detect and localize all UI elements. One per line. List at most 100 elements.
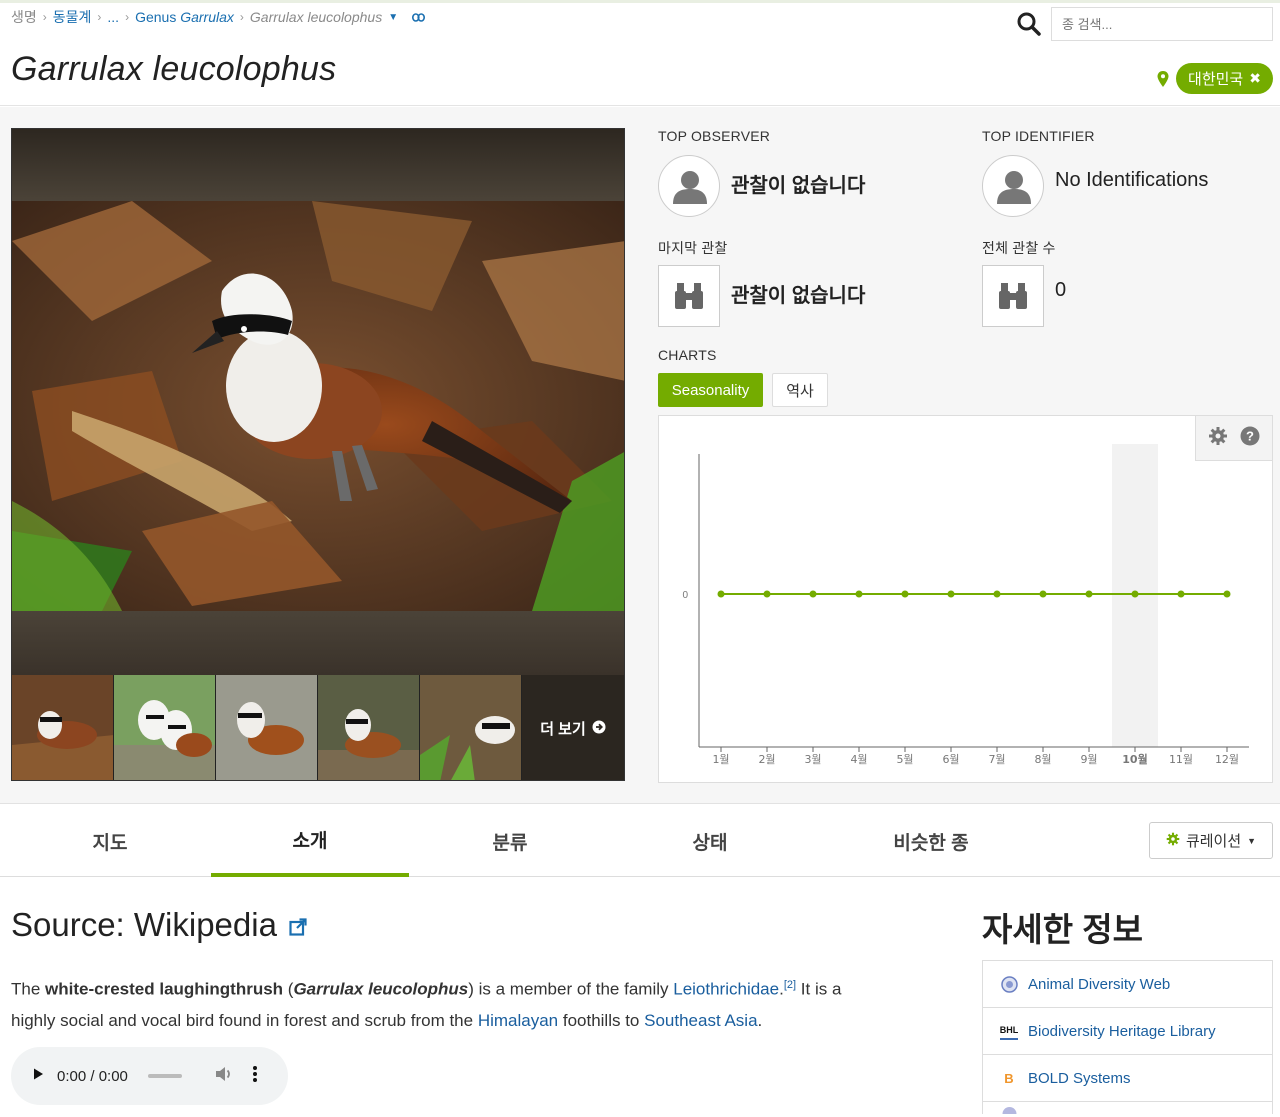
wikipedia-summary: The white-crested laughingthrush (Garrul… bbox=[11, 970, 851, 1036]
link-bold-systems[interactable]: B BOLD Systems bbox=[983, 1055, 1272, 1102]
x-tick-label: 3월 bbox=[804, 753, 821, 766]
text-run: ) is a member of the family bbox=[468, 979, 674, 999]
tab-seasonality[interactable]: Seasonality bbox=[658, 373, 763, 407]
photo-thumbnail[interactable] bbox=[114, 675, 216, 780]
breadcrumb-separator: › bbox=[125, 10, 130, 24]
audio-time: 0:00 / 0:00 bbox=[57, 1067, 128, 1085]
data-point bbox=[901, 590, 909, 598]
top-identifier-label: TOP IDENTIFIER bbox=[982, 128, 1095, 144]
tab-map[interactable]: 지도 bbox=[10, 805, 210, 877]
data-point bbox=[855, 590, 863, 598]
bold-icon: B bbox=[1004, 1070, 1014, 1086]
link-icon[interactable] bbox=[412, 10, 426, 25]
chevron-down-icon[interactable]: ▼ bbox=[388, 12, 398, 23]
x-tick-label: 1월 bbox=[712, 753, 729, 766]
himalayan-link[interactable]: Himalayan bbox=[478, 1011, 558, 1030]
data-point bbox=[1223, 590, 1231, 598]
more-vertical-icon[interactable] bbox=[252, 1065, 258, 1087]
x-tick-label: 8월 bbox=[1034, 753, 1051, 766]
data-point bbox=[1085, 590, 1093, 598]
photo-thumbnail[interactable] bbox=[420, 675, 522, 780]
main-photo[interactable] bbox=[12, 201, 624, 611]
top-observer-value: 관찰이 없습니다 bbox=[731, 175, 866, 197]
breadcrumb-genus-name: Garrulax bbox=[180, 9, 234, 25]
text-run: The bbox=[11, 979, 46, 999]
link-biodiversity-heritage-library[interactable]: BHL Biodiversity Heritage Library bbox=[983, 1008, 1272, 1055]
user-avatar-icon bbox=[982, 155, 1044, 217]
binoculars-icon bbox=[658, 265, 720, 327]
x-tick-label: 9월 bbox=[1080, 753, 1097, 766]
link-animal-diversity-web[interactable]: Animal Diversity Web bbox=[983, 961, 1272, 1008]
total-observations-label: 전체 관찰 수 bbox=[982, 240, 1056, 256]
data-point bbox=[947, 590, 955, 598]
globe-icon bbox=[1000, 975, 1018, 993]
data-point bbox=[993, 590, 1001, 598]
tab-similar-species[interactable]: 비슷한 종 bbox=[810, 805, 1052, 877]
last-observation-value: 관찰이 없습니다 bbox=[731, 285, 866, 307]
audio-progress[interactable] bbox=[147, 1074, 182, 1078]
header: 생명 › 동물계 › ... › Genus Garrulax › Garrul… bbox=[0, 0, 1280, 106]
photo-top-shade bbox=[12, 129, 624, 201]
search-icon[interactable] bbox=[1016, 11, 1042, 37]
seasonality-chart: ? 0 1월 2월 3월 4월 5월 6월 7월 8월 9월 10월 11월 12월 bbox=[658, 415, 1273, 783]
data-point bbox=[809, 590, 817, 598]
data-point bbox=[717, 590, 725, 598]
x-tick-label: 7월 bbox=[988, 753, 1005, 766]
external-link-icon[interactable] bbox=[289, 906, 307, 944]
x-tick-label: 4월 bbox=[850, 753, 867, 766]
user-avatar-icon bbox=[658, 155, 720, 217]
breadcrumb-animalia[interactable]: 동물계 bbox=[53, 7, 92, 27]
bhl-icon: BHL bbox=[1000, 1022, 1018, 1040]
more-photos-button[interactable]: 더 보기 bbox=[522, 675, 624, 780]
breadcrumb-ellipsis[interactable]: ... bbox=[107, 9, 119, 25]
page-title: Garrulax leucolophus bbox=[11, 50, 337, 88]
top-observer-label: TOP OBSERVER bbox=[658, 128, 771, 144]
breadcrumb-separator: › bbox=[239, 10, 244, 24]
x-tick-label: 6월 bbox=[942, 753, 959, 766]
x-tick-label: 5월 bbox=[896, 753, 913, 766]
link-more[interactable] bbox=[983, 1102, 1272, 1114]
volume-icon[interactable] bbox=[214, 1065, 234, 1087]
breadcrumb-separator: › bbox=[42, 10, 47, 24]
reference-link[interactable]: [2] bbox=[784, 979, 796, 991]
curation-dropdown[interactable]: 큐레이션 ▼ bbox=[1149, 822, 1273, 859]
charts-label: CHARTS bbox=[658, 347, 717, 363]
photo-thumbnails: 더 보기 bbox=[12, 675, 624, 780]
place-filter-badge[interactable]: 대한민국 ✖ bbox=[1176, 63, 1273, 94]
breadcrumb-genus[interactable]: Genus Garrulax bbox=[135, 9, 234, 25]
total-observations-value: 0 bbox=[1055, 279, 1067, 301]
x-tick-label: 10월 bbox=[1122, 752, 1147, 766]
photo-thumbnail[interactable] bbox=[318, 675, 420, 780]
photo-bottom-shade bbox=[12, 611, 624, 675]
link-icon-partial bbox=[1000, 1099, 1018, 1117]
breadcrumb-genus-rank: Genus bbox=[135, 9, 177, 25]
play-icon[interactable] bbox=[31, 1067, 45, 1085]
tab-status[interactable]: 상태 bbox=[610, 805, 810, 877]
caret-down-icon: ▼ bbox=[1247, 835, 1257, 846]
breadcrumb-life[interactable]: 생명 bbox=[11, 7, 37, 27]
arrow-right-circle-icon bbox=[592, 720, 606, 738]
search-input[interactable] bbox=[1051, 7, 1273, 41]
text-run: foothills to bbox=[558, 1010, 645, 1030]
x-tick-label: 12월 bbox=[1215, 753, 1239, 766]
tab-taxonomy[interactable]: 분류 bbox=[410, 805, 610, 877]
source-heading: Source: Wikipedia bbox=[11, 906, 307, 944]
family-link[interactable]: Leiothrichidae bbox=[673, 980, 779, 999]
breadcrumb-separator: › bbox=[97, 10, 102, 24]
data-point bbox=[1131, 590, 1139, 598]
more-photos-label: 더 보기 bbox=[540, 721, 586, 738]
common-name: white-crested laughingthrush bbox=[45, 979, 284, 999]
southeast-asia-link[interactable]: Southeast Asia bbox=[644, 1011, 757, 1030]
source-title: Source: Wikipedia bbox=[11, 906, 277, 943]
data-point bbox=[763, 590, 771, 598]
curation-label: 큐레이션 bbox=[1185, 833, 1242, 850]
photo-thumbnail[interactable] bbox=[12, 675, 114, 780]
photo-thumbnail[interactable] bbox=[216, 675, 318, 780]
scientific-name: Garrulax leucolophus bbox=[293, 979, 469, 999]
close-icon[interactable]: ✖ bbox=[1249, 70, 1261, 87]
tab-history[interactable]: 역사 bbox=[772, 373, 828, 407]
place-filter-label: 대한민국 bbox=[1188, 71, 1244, 88]
text-run: ( bbox=[283, 979, 294, 999]
top-identifier-value: No Identifications bbox=[1055, 169, 1209, 191]
tab-about[interactable]: 소개 bbox=[211, 805, 409, 877]
